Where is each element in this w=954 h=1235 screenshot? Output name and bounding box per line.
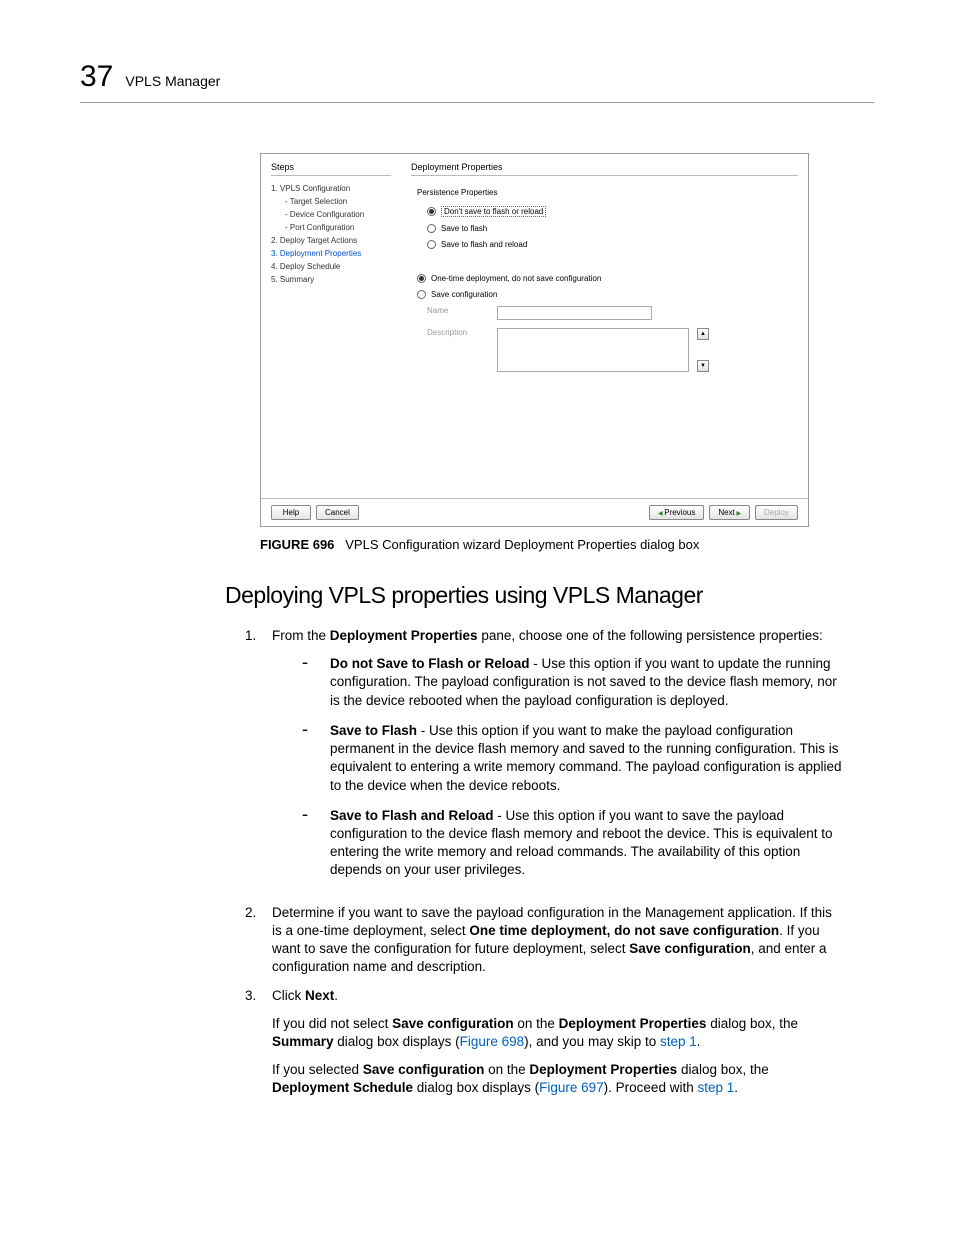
step-deploy-schedule[interactable]: 4. Deploy Schedule bbox=[271, 260, 391, 273]
radio-label: Save to flash bbox=[441, 224, 487, 233]
paragraph: If you did not select Save configuration… bbox=[272, 1015, 844, 1051]
step-device-configuration[interactable]: - Device Configuration bbox=[271, 208, 391, 221]
radio-label: One-time deployment, do not save configu… bbox=[431, 274, 601, 283]
content-body: 1. From the Deployment Properties pane, … bbox=[245, 627, 844, 1108]
step-vpls-configuration[interactable]: 1. VPLS Configuration bbox=[271, 182, 391, 195]
figure-dialog-box: Steps 1. VPLS Configuration - Target Sel… bbox=[260, 153, 809, 527]
list-content: From the Deployment Properties pane, cho… bbox=[272, 627, 844, 894]
section-heading: Deploying VPLS properties using VPLS Man… bbox=[225, 582, 874, 609]
list-item-1: 1. From the Deployment Properties pane, … bbox=[245, 627, 844, 894]
textarea-scroll: ▲ ▼ bbox=[697, 328, 709, 372]
figure-link[interactable]: Figure 698 bbox=[460, 1034, 525, 1049]
radio-icon bbox=[417, 274, 426, 283]
bullet-item: - Save to Flash and Reload - Use this op… bbox=[272, 807, 844, 880]
help-button[interactable]: Help bbox=[271, 505, 311, 520]
previous-button[interactable]: Previous bbox=[649, 505, 704, 520]
figure-caption: FIGURE 696 VPLS Configuration wizard Dep… bbox=[260, 537, 874, 552]
dash-icon: - bbox=[302, 807, 330, 880]
step-port-configuration[interactable]: - Port Configuration bbox=[271, 221, 391, 234]
description-label: Description bbox=[427, 328, 489, 337]
paragraph: If you selected Save configuration on th… bbox=[272, 1061, 844, 1097]
header-title: VPLS Manager bbox=[125, 73, 220, 89]
list-marker: 1. bbox=[245, 627, 272, 894]
radio-dont-save[interactable]: Don't save to flash or reload bbox=[411, 204, 798, 219]
dialog-footer: Help Cancel Previous Next Deploy bbox=[261, 498, 808, 526]
radio-label: Don't save to flash or reload bbox=[441, 206, 546, 217]
name-label: Name bbox=[427, 306, 489, 315]
radio-save-flash-reload[interactable]: Save to flash and reload bbox=[411, 238, 798, 251]
radio-save-flash[interactable]: Save to flash bbox=[411, 222, 798, 235]
bullet-item: - Save to Flash - Use this option if you… bbox=[272, 722, 844, 795]
figure-caption-text: VPLS Configuration wizard Deployment Pro… bbox=[345, 537, 699, 552]
scroll-up-button[interactable]: ▲ bbox=[697, 328, 709, 340]
radio-icon bbox=[417, 290, 426, 299]
bullet-list: - Do not Save to Flash or Reload - Use t… bbox=[272, 655, 844, 879]
cancel-button[interactable]: Cancel bbox=[316, 505, 359, 520]
footer-right: Previous Next Deploy bbox=[649, 505, 798, 520]
step-summary[interactable]: 5. Summary bbox=[271, 273, 391, 286]
deployment-properties-panel: Deployment Properties Persistence Proper… bbox=[411, 162, 798, 498]
figure-number: FIGURE 696 bbox=[260, 537, 334, 552]
radio-icon bbox=[427, 240, 436, 249]
chapter-number: 37 bbox=[80, 60, 113, 94]
step-deployment-properties[interactable]: 3. Deployment Properties bbox=[271, 247, 391, 260]
radio-icon bbox=[427, 207, 436, 216]
page-header: 37 VPLS Manager bbox=[80, 60, 874, 103]
list-item-3: 3. Click Next. If you did not select Sav… bbox=[245, 987, 844, 1108]
step-link[interactable]: step 1 bbox=[697, 1080, 734, 1095]
radio-save-config[interactable]: Save configuration bbox=[411, 288, 798, 301]
persistence-properties-label: Persistence Properties bbox=[411, 188, 798, 197]
step-target-selection[interactable]: - Target Selection bbox=[271, 195, 391, 208]
name-input[interactable] bbox=[497, 306, 652, 320]
radio-icon bbox=[427, 224, 436, 233]
steps-title: Steps bbox=[271, 162, 391, 176]
bullet-item: - Do not Save to Flash or Reload - Use t… bbox=[272, 655, 844, 710]
list-content: Click Next. If you did not select Save c… bbox=[272, 987, 844, 1108]
deployment-properties-title: Deployment Properties bbox=[411, 162, 798, 176]
list-content: Determine if you want to save the payloa… bbox=[272, 904, 844, 977]
dialog-body: Steps 1. VPLS Configuration - Target Sel… bbox=[261, 154, 808, 498]
dash-icon: - bbox=[302, 722, 330, 795]
list-marker: 2. bbox=[245, 904, 272, 977]
deploy-button[interactable]: Deploy bbox=[755, 505, 798, 520]
step-deploy-target-actions[interactable]: 2. Deploy Target Actions bbox=[271, 234, 391, 247]
steps-panel: Steps 1. VPLS Configuration - Target Sel… bbox=[271, 162, 391, 498]
list-marker: 3. bbox=[245, 987, 272, 1108]
scroll-down-button[interactable]: ▼ bbox=[697, 360, 709, 372]
step-link[interactable]: step 1 bbox=[660, 1034, 697, 1049]
radio-label: Save configuration bbox=[431, 290, 497, 299]
deployment-properties-dialog: Steps 1. VPLS Configuration - Target Sel… bbox=[260, 153, 809, 527]
footer-left: Help Cancel bbox=[271, 505, 359, 520]
description-textarea[interactable] bbox=[497, 328, 689, 372]
description-row: Description ▲ ▼ bbox=[411, 326, 798, 374]
radio-label: Save to flash and reload bbox=[441, 240, 527, 249]
name-row: Name bbox=[411, 304, 798, 322]
list-item-2: 2. Determine if you want to save the pay… bbox=[245, 904, 844, 977]
radio-one-time[interactable]: One-time deployment, do not save configu… bbox=[411, 272, 798, 285]
next-button[interactable]: Next bbox=[709, 505, 750, 520]
dash-icon: - bbox=[302, 655, 330, 710]
figure-link[interactable]: Figure 697 bbox=[539, 1080, 604, 1095]
